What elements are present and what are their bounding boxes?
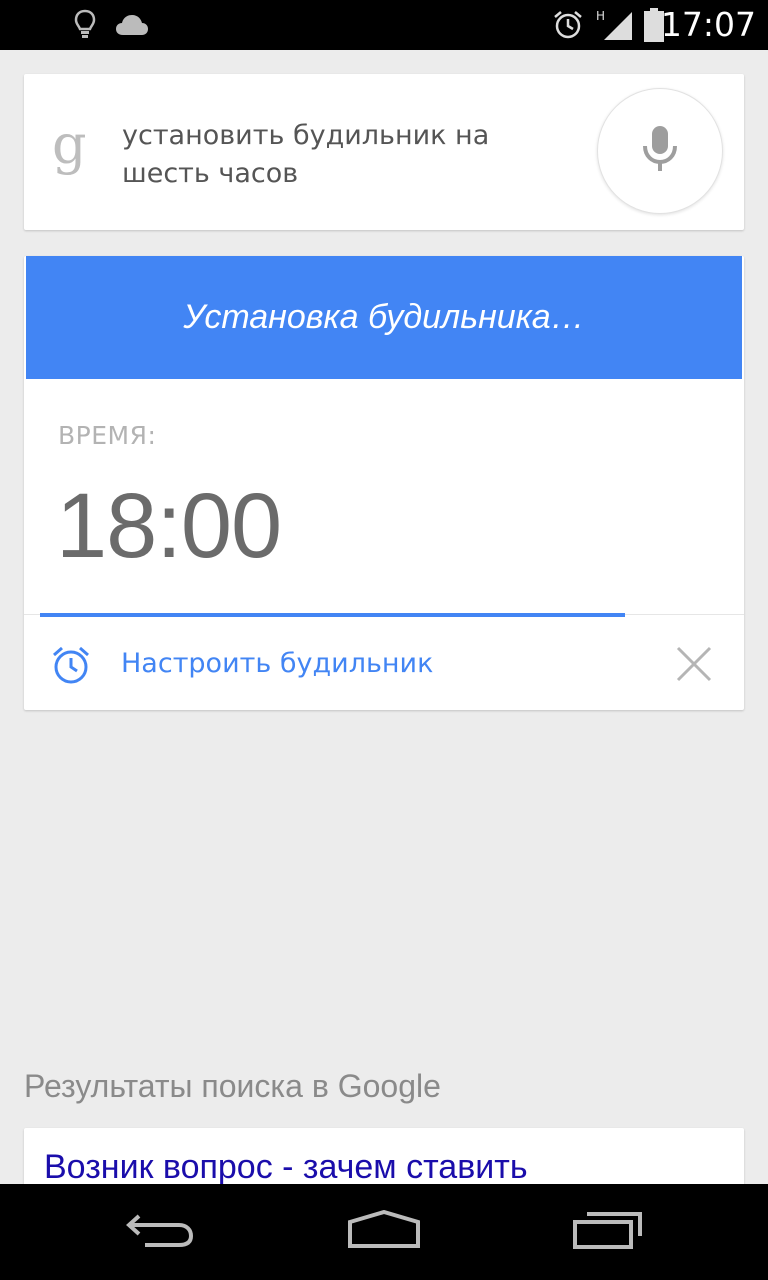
status-bar: H 17:07 (0, 0, 768, 50)
signal-icon: H (596, 0, 636, 50)
time-label: ВРЕМЯ: (58, 421, 157, 450)
results-heading: Результаты поиска в Google (24, 1068, 441, 1104)
set-alarm-button[interactable]: Настроить будильник (121, 644, 433, 684)
back-icon (125, 1212, 195, 1252)
alarm-card: Установка будильника… ВРЕМЯ: 18:00 Настр… (24, 256, 744, 710)
time-value[interactable]: 18:00 (56, 471, 282, 581)
result-link[interactable]: Возник вопрос - зачем ставить (44, 1148, 528, 1187)
svg-text:H: H (596, 9, 605, 23)
alarm-clock-icon[interactable] (50, 644, 92, 686)
microphone-icon (640, 124, 680, 178)
mic-button[interactable] (597, 88, 723, 214)
cloud-icon (114, 0, 150, 50)
recents-icon (572, 1210, 644, 1254)
alarm-header: Установка будильника… (26, 256, 742, 379)
home-icon (346, 1209, 422, 1254)
lightbulb-icon (70, 0, 100, 50)
alarm-header-title: Установка будильника… (183, 298, 585, 336)
back-button[interactable] (90, 1184, 230, 1280)
countdown-progress-bar (40, 613, 625, 617)
navigation-bar (0, 1184, 768, 1280)
home-button[interactable] (314, 1184, 454, 1280)
google-logo: g (52, 113, 87, 176)
recents-button[interactable] (538, 1184, 678, 1280)
status-time: 17:07 (660, 5, 756, 44)
search-query[interactable]: установить будильник на шесть часов (122, 117, 562, 193)
close-icon[interactable] (674, 644, 714, 684)
alarm-clock-icon (550, 0, 586, 50)
